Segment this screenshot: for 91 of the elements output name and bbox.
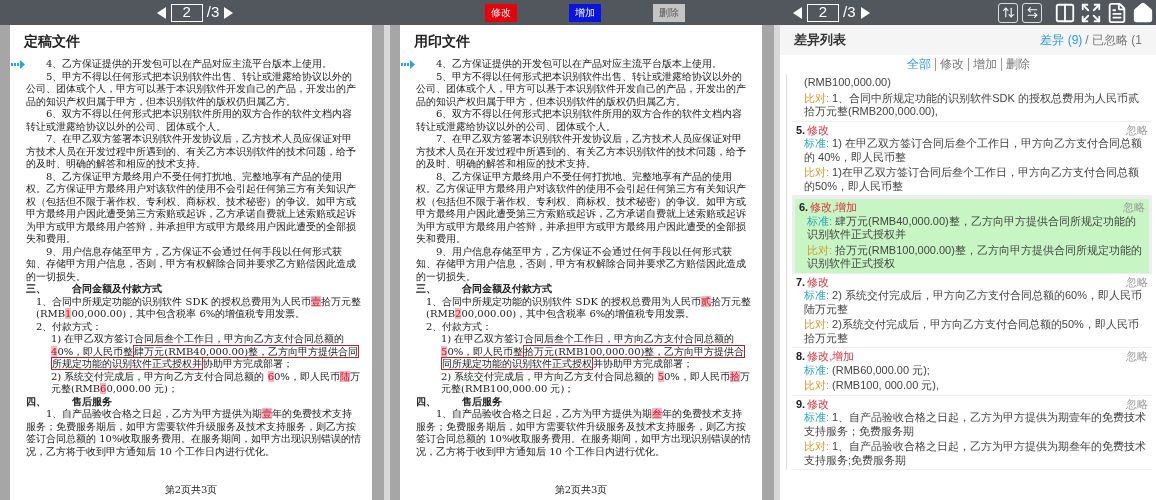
next-page-icon[interactable]: [223, 5, 235, 20]
paragraph: 7、在甲乙双方签署本识别软件开发协议后，乙方技术人员应保证对甲方技术人员在开发过程中所遇到的、有关乙方本识别软件的技术问题，给予的及时、明确的解答和相应的技术支持。: [416, 133, 747, 171]
next-page-icon[interactable]: [859, 5, 871, 20]
paragraph: 1、自产品验收合格之日起，乙方为甲方提供为期壹年的免费技术支持服务；免费服务期后，如甲方需要软件升级服务及技术支持服务，则乙方按签订合同总额的 10%收取服务费用。在服务期间，如甲方出现识别错误的情况，乙方将于收到甲方通知后 10 个工作日内进行优化。: [26, 408, 362, 458]
paragraph: 5、甲方不得以任何形式把本识别软件出售、转让或泄露给协议以外的公司、团体或个人，甲方可以基于本识别软件开发自己的产品，开发出的产品的知识产权归属于甲方，但本识别软件的版权仍归属乙方。: [26, 70, 357, 108]
panel-title: 差异列表: [794, 31, 846, 50]
paragraph: 2) 系统交付完成后，甲方向乙方支付合同总额的 50%，即人民币拾万元整(RMB100,000.00 元)；: [440, 370, 751, 396]
diff-number: 6.: [799, 201, 809, 215]
filter-tab[interactable]: 修改: [934, 58, 968, 71]
paragraph: 8、乙方保证甲方最终用户不受任何打扰地、完整地享有产品的使用权。乙方保证甲方最终用户对该软件的使用不会引起任何第三方有关知识产权（包括但不限于著作权、专利权、商标权、技术秘密）的争议。如甲方或甲方最终用户因此遭受第三方索赔或起诉，乙方承诺自费就上述索赔或起诉为甲方或甲方最终用户答辩，并承担甲方或甲方最终用户因此遭受的全部损失和费用。: [416, 170, 747, 246]
previous-page-icon[interactable]: [155, 5, 167, 20]
diff-number: 9.: [796, 397, 806, 411]
page-total: /3: [843, 2, 856, 23]
legend-chip: 修改: [485, 3, 517, 22]
diff-type: 修改: [807, 397, 830, 411]
diff-type: 修改: [807, 275, 830, 289]
standard-text: 标准: 1、自产品验收合格之日起，乙方为甲方提供为期壹年的免费技术支持服务；免费服务期: [803, 411, 1148, 438]
paragraph: 1) 在甲乙双方签订合同后叁个工作日，甲方向乙方支付合同总额的 40%，即人民币整肆万元(RMB40,000.00)整，乙方向甲方提供合同所规定功能的识别软件正式授权并协助甲方完成部署；: [50, 333, 361, 371]
ignore-link[interactable]: 忽略: [1126, 275, 1148, 289]
page-number-field[interactable]: 2: [170, 3, 203, 22]
compare-text: 比对: 1、合同中所规定功能的识别软件SDK 的授权总费用为人民币贰拾万元整(RMB200,000.00),: [803, 91, 1140, 119]
paragraph: 2、付款方式：: [425, 320, 493, 333]
paragraph: 9、用户信息存储至甲方，乙方保证不会通过任何手段以任何形式获知、存储甲方用户信息，否则，甲方有权解除合同并要求乙方赔偿因此造成的一切损失。: [26, 245, 357, 283]
paragraph: 2) 系统交付完成后，甲方向乙方支付合同总额的 60%，即人民币陆万元整(RMB60,000.00 元)；: [50, 370, 361, 396]
paragraph: 2、付款方式：: [35, 320, 103, 333]
paragraph: 4、乙方保证提供的开发包可以在产品对应主流平台版本上使用。: [435, 58, 724, 71]
ignored-count-link[interactable]: / 已忽略 (1: [1085, 31, 1142, 49]
section-heading: 合同金额及付款方式: [462, 283, 552, 296]
diff-number: 7.: [796, 275, 806, 289]
section-number: 三、: [416, 283, 436, 296]
paragraph: 1、自产品验收合格之日起，乙方为甲方提供为期叁年的免费技术支持服务；免费服务期后，如甲方需要软件升级服务及技术支持服务，则乙方按签订合同总额的 10%收取服务费用。在服务期间，如甲方出现识别错误的情况，乙方将于收到甲方通知后 10 个工作日内进行优化。: [416, 408, 752, 458]
ignore-link[interactable]: 忽略: [1126, 123, 1148, 137]
filter-tab[interactable]: 全部: [902, 58, 935, 71]
paragraph: 1、合同中所规定功能的识别软件 SDK 的授权总费用为人民币贰拾万元整(RMB200,000.00)，其中包含税率 6%的增值税专用发票。: [425, 295, 752, 321]
standard-text: 标准: 肆万元(RMB40,000.00)整，乙方向甲方提供合同所规定功能的识别软件正式授权并: [806, 214, 1137, 242]
diff-item[interactable]: 8. 修改,增加 忽略 标准: (RMB60,000.00 元); 比对: (RMB100, 000.00 元),: [792, 348, 1152, 396]
previous-page-icon[interactable]: [792, 5, 803, 20]
filter-tab[interactable]: 删除: [1000, 58, 1034, 71]
home-icon[interactable]: [1132, 1, 1154, 24]
paragraph: 5、甲方不得以任何形式把本识别软件出售、转让或泄露给协议以外的公司、团体或个人，甲方可以基于本识别软件开发自己的产品，开发出的产品的知识产权归属于甲方，但本识别软件的版权仍归属乙方。: [416, 70, 747, 108]
ignore-link[interactable]: 忽略: [1126, 397, 1148, 411]
vertical-arrows-icon: [1001, 6, 1015, 19]
paragraph: 7、在甲乙双方签署本识别软件开发协议后，乙方技术人员应保证对甲方技术人员在开发过程中所遇到的、有关乙方本识别软件的技术问题，给予的及时、明确的解答和相应的技术支持。: [26, 133, 357, 171]
standard-text: 标准: (RMB60,000.00 元);: [803, 363, 931, 377]
diff-item[interactable]: 6. 修改,增加 忽略 标准: 肆万元(RMB40,000.00)整，乙方向甲方提供合同所规定功能的识别软件正式授权并 比对: 拾万元(RMB100,000.00)整，乙方向甲方提供合同所规定功能的识别软件正式授权: [792, 196, 1152, 274]
section-number: 四、: [416, 395, 436, 408]
page-total: /3: [206, 2, 220, 23]
document-title: 定稿文件: [23, 32, 81, 51]
standard-text: 标准: 1) 在甲乙双方签订合同后叁个工作日，甲方向乙方支付合同总额的 40%，即人民币整: [803, 137, 1143, 164]
standard-text: 标准: 2) 系统交付完成后，甲方向乙方支付合同总额的60%，即人民币陆万元整: [803, 289, 1143, 316]
diff-item[interactable]: 9. 修改 忽略 标准: 1、自产品验收合格之日起，乙方为甲方提供为期壹年的免费技术支持服务；免费服务期 比对: 1、自产品验收合格之日起，乙方为甲方提供为期叁年的免费技术支持服务;免费服务期: [792, 395, 1152, 470]
horizontal-arrows-icon: [1025, 6, 1039, 19]
page-number-field[interactable]: 2: [807, 3, 839, 22]
ignore-link[interactable]: 忽略: [1126, 350, 1148, 364]
fit-height-button[interactable]: [998, 2, 1018, 23]
compare-text: 比对: 1)在甲乙双方签订合同后叁个工作日，甲方向乙方支付合同总额的50%，即人民币整: [803, 166, 1140, 193]
diff-item[interactable]: (RMB100,000.00) 比对: 1、合同中所规定功能的识别软件SDK 的授权总费用为人民币贰拾万元整(RMB200,000.00),: [792, 74, 1152, 122]
diff-type: 修改,增加: [810, 201, 858, 215]
page-footer: 第2页共3页: [10, 482, 372, 497]
paragraph: 6、双方不得以任何形式把本识别软件所用的双方合作的软件文档内容转让或泄露给协议以外的公司、团体或个人。: [26, 108, 354, 133]
compare-text: 比对: (RMB100, 000.00 元),: [803, 379, 941, 393]
diff-count-link[interactable]: 差异 (9): [1040, 31, 1083, 49]
paragraph: 9、用户信息存储至甲方，乙方保证不会通过任何手段以任何形式获知、存储甲方用户信息，否则，甲方有权解除合同并要求乙方赔偿因此造成的一切损失。: [416, 245, 747, 283]
compare-text: 比对: 2)系统交付完成后，甲方向乙方支付合同总额的50%，即人民币拾万元整: [803, 318, 1140, 345]
page-footer: 第2页共3页: [400, 482, 762, 497]
section-number: 三、: [26, 283, 46, 296]
paragraph: 8、乙方保证甲方最终用户不受任何打扰地、完整地享有产品的使用权。乙方保证甲方最终用户对该软件的使用不会引起任何第三方有关知识产权（包括但不限于著作权、专利权、商标权、技术秘密）的争议。如甲方或甲方最终用户因此遭受第三方索赔或起诉，乙方承诺自费就上述索赔或起诉为甲方或甲方最终用户答辩，并承担甲方或甲方最终用户因此遭受的全部损失和费用。: [26, 170, 357, 246]
legend-chip: 增加: [569, 3, 601, 22]
document-title: 用印文件: [413, 32, 471, 51]
diff-type: 修改,增加: [807, 350, 855, 364]
fullscreen-icon[interactable]: [1080, 1, 1102, 24]
section-number: 四、: [26, 395, 46, 408]
diff-type: 修改: [807, 123, 830, 137]
section-heading: 售后服务: [72, 395, 112, 408]
filter-tab[interactable]: 增加: [967, 58, 1001, 71]
section-heading: 售后服务: [462, 395, 502, 408]
legend-chip: 删除: [653, 3, 685, 22]
diff-item[interactable]: 7. 修改 忽略 标准: 2) 系统交付完成后，甲方向乙方支付合同总额的60%，即人民币陆万元整 比对: 2)系统交付完成后，甲方向乙方支付合同总额的50%，即人民币拾万元整: [792, 273, 1152, 348]
fit-width-button[interactable]: [1022, 2, 1042, 23]
paragraph: 1) 在甲乙双方签订合同后叁个工作日，甲方向乙方支付合同总额的 50%，即人民币整拾万元(RMB100,000.00)整，乙方向甲方提供合同所规定功能的识别软件正式授权并协助甲方完成部署；: [440, 333, 747, 371]
document-icon[interactable]: [1106, 1, 1128, 24]
standard-text: (RMB100,000.00): [803, 76, 892, 90]
compare-text: 比对: 拾万元(RMB100,000.00)整，乙方向甲方提供合同所规定功能的识别软件正式授权: [806, 243, 1143, 271]
split-view-icon[interactable]: [1054, 1, 1076, 24]
diff-number: 8.: [796, 350, 806, 364]
paragraph: 1、合同中所规定功能的识别软件 SDK 的授权总费用为人民币壹拾万元整(RMB100,000.00)，其中包含税率 6%的增值税专用发票。: [35, 295, 362, 321]
diff-number: 5.: [796, 123, 806, 137]
compare-text: 比对: 1、自产品验收合格之日起，乙方为甲方提供为期叁年的免费技术支持服务;免费服务期: [803, 440, 1148, 467]
paragraph: 4、乙方保证提供的开发包可以在产品对应主流平台版本上使用。: [45, 58, 334, 71]
section-heading: 合同金额及付款方式: [72, 283, 162, 296]
paragraph: 6、双方不得以任何形式把本识别软件所用的双方合作的软件文档内容转让或泄露给协议以外的公司、团体或个人。: [416, 108, 744, 133]
